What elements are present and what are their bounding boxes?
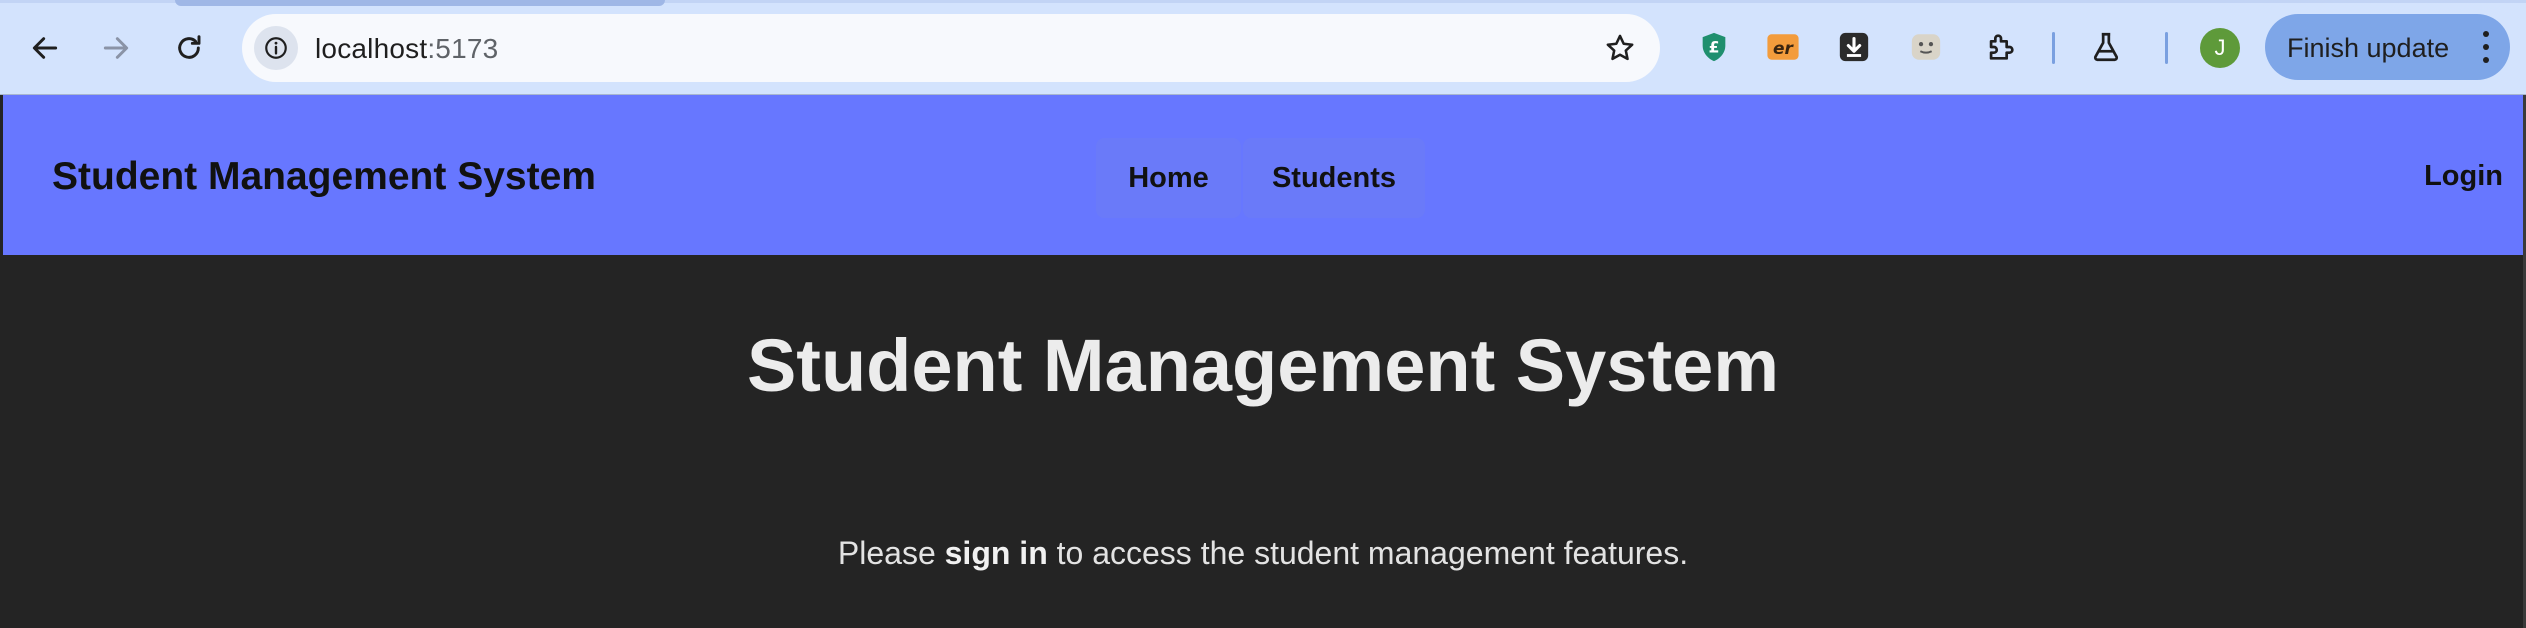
profile-avatar[interactable]: J bbox=[2200, 28, 2240, 68]
url-text[interactable]: localhost:5173 bbox=[315, 33, 498, 65]
message-prefix: Please bbox=[837, 535, 945, 571]
arrow-right-icon bbox=[103, 37, 129, 59]
back-button[interactable] bbox=[19, 22, 71, 74]
info-icon bbox=[265, 37, 287, 59]
brand-title[interactable]: Student Management System bbox=[52, 155, 596, 199]
svg-text:er: er bbox=[1773, 39, 1795, 59]
arrow-left-icon bbox=[32, 37, 58, 59]
toolbar-separator bbox=[2165, 32, 2168, 64]
nav-link-students[interactable]: Students bbox=[1243, 138, 1425, 218]
toolbar-separator bbox=[2052, 32, 2055, 64]
url-host: localhost bbox=[315, 33, 428, 64]
star-icon bbox=[1606, 34, 1634, 61]
more-menu-icon[interactable] bbox=[2476, 31, 2496, 63]
reload-icon bbox=[178, 35, 201, 59]
sign-in-link[interactable]: sign in bbox=[945, 535, 1048, 571]
app-navbar: Student Management System Home Students … bbox=[3, 95, 2523, 255]
er-extension-icon[interactable]: er bbox=[1765, 29, 1801, 65]
bookmark-button[interactable] bbox=[1602, 30, 1638, 66]
main-content: Student Management System Please sign in… bbox=[3, 255, 2523, 628]
browser-toolbar: localhost:5173 £ er J Finish update bbox=[0, 0, 2526, 95]
reload-button[interactable] bbox=[163, 22, 215, 74]
site-info-button[interactable] bbox=[254, 26, 298, 70]
login-link[interactable]: Login bbox=[2424, 160, 2503, 193]
flask-labs-icon[interactable] bbox=[2088, 29, 2124, 65]
shield-extension-icon[interactable]: £ bbox=[1696, 29, 1732, 65]
svg-text:£: £ bbox=[1709, 39, 1720, 57]
finish-update-button[interactable]: Finish update bbox=[2265, 14, 2510, 80]
forward-button[interactable] bbox=[90, 22, 142, 74]
url-port: :5173 bbox=[427, 33, 499, 64]
active-tab-edge[interactable] bbox=[175, 0, 665, 6]
finish-update-label: Finish update bbox=[2287, 33, 2450, 63]
puzzle-extensions-icon[interactable] bbox=[1983, 29, 2019, 65]
face-extension-icon[interactable] bbox=[1908, 29, 1944, 65]
page-title: Student Management System bbox=[746, 324, 1780, 407]
address-bar[interactable]: localhost:5173 bbox=[242, 14, 1660, 82]
message-suffix: to access the student management feature… bbox=[1047, 535, 1689, 571]
nav-link-home[interactable]: Home bbox=[1096, 138, 1241, 218]
sign-in-message: Please sign in to access the student man… bbox=[3, 535, 2523, 572]
download-extension-icon[interactable] bbox=[1836, 29, 1872, 65]
